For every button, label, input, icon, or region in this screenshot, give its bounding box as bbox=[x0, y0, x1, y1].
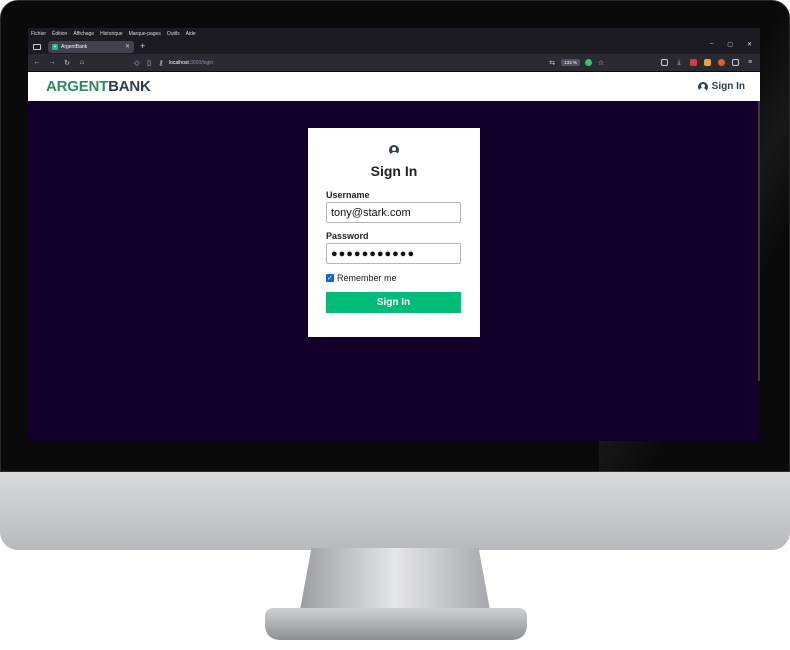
key-icon[interactable]: ⚷ bbox=[157, 59, 165, 67]
header-signin-link[interactable]: Sign In bbox=[697, 81, 745, 92]
extension-red-icon[interactable] bbox=[718, 59, 725, 66]
browser-tabbar: + ArgentBank ✕ + – ▢ ✕ bbox=[28, 39, 760, 54]
menu-edit[interactable]: Édition bbox=[52, 31, 67, 37]
username-label: Username bbox=[326, 190, 370, 200]
signin-button[interactable]: Sign In bbox=[326, 292, 461, 313]
shield-icon[interactable]: ◇ bbox=[133, 59, 141, 67]
url-actions: ⇆ 133 % ☆ bbox=[548, 59, 605, 67]
forward-icon[interactable]: → bbox=[48, 59, 56, 66]
logo-argent: ARGENT bbox=[46, 78, 109, 95]
browser-menubar: Fichier Édition Affichage Historique Mar… bbox=[28, 28, 760, 39]
remember-me[interactable]: ✓ Remember me bbox=[326, 273, 462, 283]
url-path: :3000/login bbox=[188, 59, 214, 66]
minimize-button[interactable]: – bbox=[710, 41, 713, 48]
remember-checkbox[interactable]: ✓ bbox=[326, 274, 334, 282]
monitor-stand-neck bbox=[300, 548, 490, 610]
remember-label: Remember me bbox=[337, 273, 397, 283]
username-field: Username bbox=[326, 190, 462, 223]
menu-help[interactable]: Aide bbox=[186, 31, 196, 37]
header-signin-label: Sign In bbox=[711, 81, 745, 92]
extension-orange-icon[interactable] bbox=[704, 59, 711, 66]
new-tab-button[interactable]: + bbox=[140, 42, 145, 51]
username-input[interactable] bbox=[326, 202, 461, 223]
url-host: localhost bbox=[169, 59, 189, 66]
page-icon: ▯ bbox=[147, 59, 151, 67]
hamburger-icon[interactable]: ≡ bbox=[746, 59, 754, 66]
download-icon[interactable]: ⤓ bbox=[675, 59, 683, 67]
argentbank-logo[interactable]: ARGENT BANK bbox=[46, 78, 151, 95]
page-main: Sign In Username Password ✓ Remember me … bbox=[28, 101, 760, 441]
menu-tools[interactable]: Outils bbox=[167, 31, 180, 37]
user-circle-icon bbox=[697, 81, 708, 92]
argentbank-favicon-icon: + bbox=[52, 43, 58, 50]
menu-view[interactable]: Affichage bbox=[73, 31, 94, 37]
menu-history[interactable]: Historique bbox=[100, 31, 123, 37]
browser-toolbar: ← → ↻ ⌂ ◇ ▯ ⚷ localhost:3000/login ⇆ 133… bbox=[28, 54, 760, 72]
signin-card: Sign In Username Password ✓ Remember me … bbox=[308, 128, 480, 337]
star-icon[interactable]: ☆ bbox=[597, 59, 605, 67]
logo-bank: BANK bbox=[108, 78, 151, 95]
password-field: Password bbox=[326, 231, 462, 264]
menu-bookmarks[interactable]: Marque-pages bbox=[129, 31, 161, 37]
close-window-button[interactable]: ✕ bbox=[747, 41, 752, 48]
pocket-icon[interactable] bbox=[661, 59, 668, 66]
monitor-chin bbox=[0, 472, 790, 550]
home-icon[interactable]: ⌂ bbox=[78, 59, 86, 66]
tab-argentbank[interactable]: + ArgentBank ✕ bbox=[48, 40, 134, 53]
extensions-icon[interactable] bbox=[732, 59, 739, 66]
maximize-button[interactable]: ▢ bbox=[727, 41, 733, 48]
site-header: ARGENT BANK Sign In bbox=[28, 72, 760, 101]
zoom-level[interactable]: 133 % bbox=[561, 59, 580, 66]
translate-icon[interactable]: ⇆ bbox=[548, 59, 556, 67]
extension-icon[interactable] bbox=[585, 59, 592, 66]
screen: Fichier Édition Affichage Historique Mar… bbox=[28, 28, 760, 441]
menu-file[interactable]: Fichier bbox=[31, 31, 46, 37]
close-tab-icon[interactable]: ✕ bbox=[125, 43, 130, 50]
tab-title: ArgentBank bbox=[61, 43, 88, 50]
back-icon[interactable]: ← bbox=[33, 59, 41, 66]
signin-title: Sign In bbox=[370, 163, 418, 179]
url-bar[interactable]: ◇ ▯ ⚷ localhost:3000/login bbox=[133, 59, 541, 67]
tab-list-icon[interactable] bbox=[33, 43, 41, 50]
password-label: Password bbox=[326, 231, 369, 241]
ublock-icon[interactable] bbox=[690, 59, 697, 66]
reload-icon[interactable]: ↻ bbox=[63, 59, 71, 67]
monitor-stand-base bbox=[265, 608, 527, 640]
scrollbar[interactable] bbox=[758, 101, 760, 381]
user-circle-icon bbox=[389, 145, 399, 155]
window-controls: – ▢ ✕ bbox=[710, 41, 752, 48]
toolbar-right: ⤓ ≡ bbox=[661, 59, 754, 67]
password-input[interactable] bbox=[326, 243, 461, 264]
